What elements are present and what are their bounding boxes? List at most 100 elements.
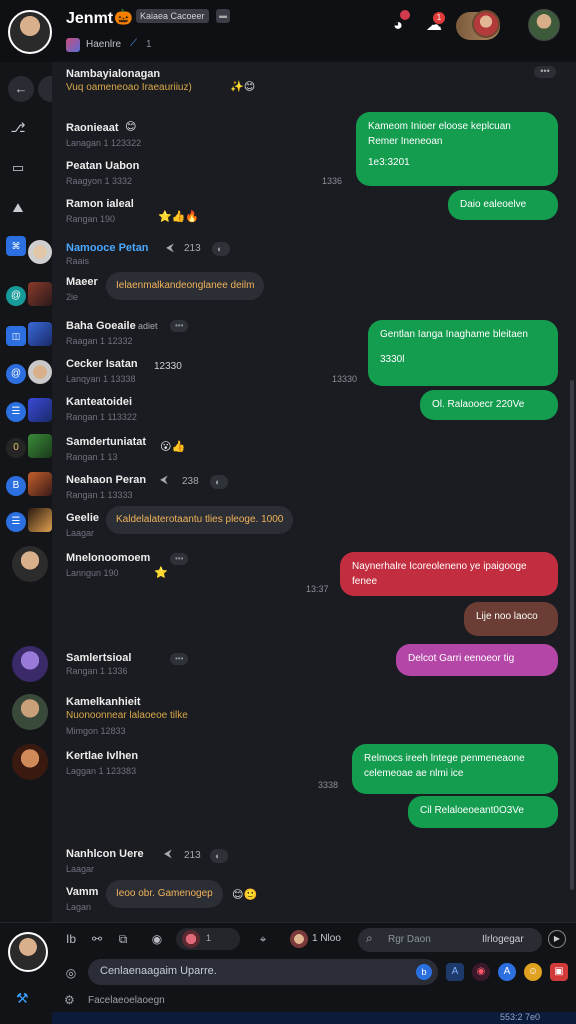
share-icon[interactable]: ⎇ — [8, 118, 28, 138]
gif-icon[interactable]: A — [446, 963, 464, 981]
app-badge-icon[interactable]: b — [416, 964, 432, 980]
bubble-line: Gentlan Ianga Inaghame bleitaen — [380, 329, 528, 340]
thread-icon[interactable]: ◐ — [212, 242, 230, 256]
intro-name: Nambayialonagan — [66, 68, 161, 80]
message-author[interactable]: Ramon ialeal — [66, 198, 134, 210]
rail-avatar-5[interactable] — [28, 398, 52, 422]
server-icon-5[interactable]: 0 — [6, 438, 26, 458]
pin-icon[interactable]: ⌖ — [254, 930, 272, 948]
message-author[interactable]: Peatan Uabon — [66, 160, 139, 172]
tag-chip[interactable]: ••• — [170, 320, 189, 332]
outgoing-bubble[interactable]: Naynerhalre Icoreoleneno ye ipaigooge fe… — [340, 552, 558, 596]
globe-icon[interactable]: ◎ — [62, 964, 80, 982]
server-icon-2[interactable]: ◫ — [6, 326, 26, 346]
play-icon[interactable]: ▶ — [548, 930, 566, 948]
incoming-bubble[interactable]: Ielaenmalkandeonglanee deilm — [106, 272, 265, 300]
outgoing-bubble[interactable]: Cil Relaloeoeant0O3Ve — [408, 796, 558, 828]
message-author[interactable]: Vamm — [66, 886, 98, 898]
channel-chip[interactable]: Kaiaea Cacoeer — [136, 9, 209, 23]
server-icon-6[interactable]: B — [6, 476, 26, 496]
teal-server-icon[interactable]: @ — [6, 286, 26, 306]
thread-icon[interactable]: ◐ — [210, 475, 228, 489]
tag-chip[interactable]: ••• — [170, 553, 189, 565]
message-meta: Mimgon 12833 — [66, 726, 126, 736]
server-icon-7[interactable]: ☰ — [6, 512, 26, 532]
message-author[interactable]: Kamelkanhieit — [66, 696, 141, 708]
message-author[interactable]: Samlertsioal — [66, 652, 131, 664]
message-author[interactable]: Baha Goeaile — [66, 320, 136, 332]
timestamp: 13:37 — [306, 584, 329, 594]
timestamp: 1336 — [322, 176, 343, 186]
author-avatar[interactable] — [12, 646, 48, 682]
emoji-picker-icon[interactable]: ☺ — [524, 963, 542, 981]
outgoing-bubble[interactable]: Lije noo laoco — [464, 602, 558, 636]
server-icon-4[interactable]: ☰ — [6, 402, 26, 422]
reply-count: 238 — [182, 476, 199, 487]
outgoing-bubble[interactable]: Ol. Ralaooecr 220Ve — [420, 390, 558, 420]
message-author[interactable]: Kertlae Ivlhen — [66, 750, 138, 762]
message-author[interactable]: Kanteatoidei — [66, 396, 132, 408]
inbox-icon[interactable]: ▭ — [8, 158, 28, 178]
user-avatar[interactable] — [8, 10, 52, 54]
message-author[interactable]: Cecker Isatan — [66, 358, 138, 370]
tag-chip[interactable]: ••• — [170, 653, 189, 665]
message-extra: 12330 — [154, 361, 182, 372]
reaction-icons: 😮👍 — [160, 441, 186, 453]
bubble-line: Remer Ineneoan — [368, 136, 443, 147]
search-filter[interactable]: Ilrlogegar — [482, 934, 524, 945]
message-author[interactable]: Samdertuniatat — [66, 436, 146, 448]
message-author[interactable]: Maeer — [66, 276, 98, 288]
thread-icon[interactable]: ◐ — [210, 849, 228, 863]
rail-avatar-1[interactable] — [28, 240, 52, 264]
tools-icon[interactable]: ⚒ — [16, 990, 29, 1007]
bold-icon[interactable]: Ib — [62, 930, 80, 948]
message-note: Nuonoonnear lalaoeoe tilke — [66, 710, 188, 721]
gift-icon[interactable]: ▣ — [550, 963, 568, 981]
message-author[interactable]: Mnelonoomoem — [66, 552, 150, 564]
message-author[interactable]: Neahaon Peran — [66, 474, 146, 486]
message-author[interactable]: Geelie — [66, 512, 99, 524]
rail-avatar-6[interactable] — [28, 434, 52, 458]
outgoing-bubble[interactable]: Relmocs ireeh lntege penmeneaone celemeo… — [352, 744, 558, 794]
incoming-bubble[interactable]: Ieoo obr. Gamenogep — [106, 880, 223, 908]
author-avatar[interactable] — [12, 694, 48, 730]
rail-avatar-8[interactable] — [28, 508, 52, 532]
incoming-bubble[interactable]: Kaldelalaterotaantu tlies pleoge. 1000 — [106, 506, 294, 534]
pin-icon[interactable]: ⟋ — [130, 38, 137, 49]
author-avatar[interactable] — [12, 546, 48, 582]
outgoing-bubble[interactable]: Gentlan Ianga Inaghame bleitaen 3330l — [368, 320, 558, 386]
image-icon[interactable]: ⛰ — [8, 198, 28, 218]
rail-avatar-3[interactable] — [28, 322, 52, 346]
message-input-text: Cenlaenaagaim Uparre. — [100, 965, 217, 977]
message-meta: 2ie — [66, 292, 79, 302]
notification-badge: 1 — [433, 12, 445, 24]
message-author[interactable]: Raonieaat — [66, 122, 119, 134]
more-options-icon[interactable]: ••• — [534, 66, 556, 78]
message-author[interactable]: Namooce Petan — [66, 242, 149, 254]
chip-menu-icon[interactable]: ▬ — [216, 9, 230, 23]
rail-avatar-4[interactable] — [28, 360, 52, 384]
link-icon[interactable]: ⚯ — [88, 930, 106, 948]
mention-avatar[interactable] — [290, 930, 308, 948]
my-avatar[interactable] — [8, 932, 48, 972]
server-badge-icon[interactable]: ⌘ — [6, 236, 26, 256]
app-icon[interactable]: A — [498, 963, 516, 981]
rail-avatar-7[interactable] — [28, 472, 52, 496]
message-meta: Lanqyan 1 13338 — [66, 374, 136, 384]
message-author[interactable]: Nanhlcon Uere — [66, 848, 144, 860]
rail-avatar-2[interactable] — [28, 282, 52, 306]
profile-avatar[interactable] — [528, 9, 560, 41]
attach-icon[interactable]: ⧉ — [114, 930, 132, 948]
outgoing-bubble[interactable]: Delcot Garri eenoeor tig — [396, 644, 558, 676]
scrollbar[interactable] — [570, 380, 574, 890]
author-avatar[interactable] — [12, 744, 48, 780]
voice-user-avatar[interactable] — [472, 10, 500, 38]
back-arrow-icon[interactable]: ← — [8, 76, 34, 102]
footer-text: Facelaeoelaoegn — [88, 995, 165, 1006]
outgoing-bubble[interactable]: Daio ealeoelve — [448, 190, 558, 220]
sticker-icon[interactable]: ◉ — [472, 963, 490, 981]
chat-icon[interactable]: ◉ — [148, 930, 166, 948]
reaction-icons: ⭐👍🔥 — [158, 211, 200, 223]
server-icon-3[interactable]: @ — [6, 364, 26, 384]
outgoing-bubble[interactable]: Kameom Inioer eloose keplcuan Remer Inen… — [356, 112, 558, 186]
